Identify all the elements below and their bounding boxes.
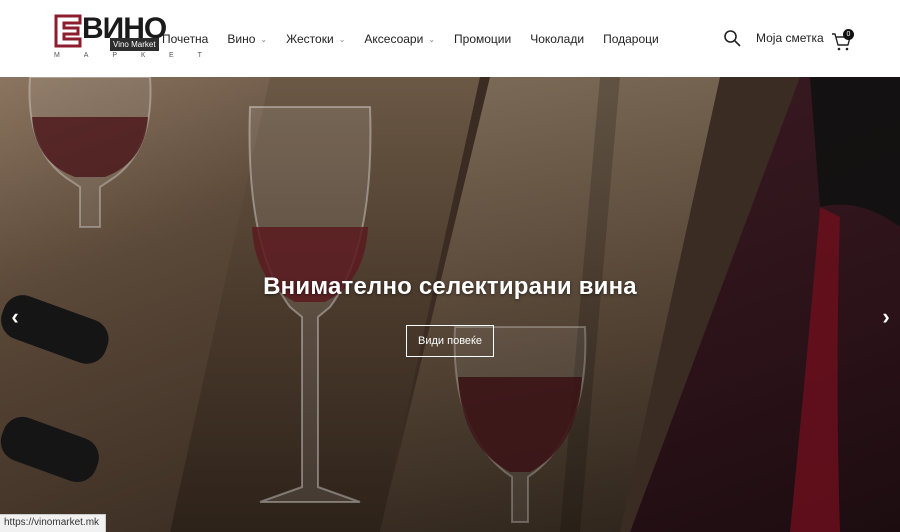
main-nav: Почетна Вино ⌄ Жестоки ⌄ Аксесоари ⌄ Про… bbox=[162, 31, 678, 47]
chevron-down-icon: ⌄ bbox=[338, 34, 346, 44]
prev-slide-arrow-icon[interactable]: ‹ bbox=[6, 305, 24, 329]
nav-item-home[interactable]: Почетна bbox=[162, 32, 208, 46]
nav-item-label: Почетна bbox=[162, 32, 209, 46]
see-more-button[interactable]: Види повеќе bbox=[406, 325, 494, 357]
wine-glass-image bbox=[248, 106, 372, 503]
chevron-down-icon: ⌄ bbox=[260, 34, 268, 44]
nav-item-gifts[interactable]: Подароци bbox=[603, 32, 659, 46]
nav-item-label: Аксесоари bbox=[364, 32, 424, 46]
search-icon[interactable] bbox=[723, 29, 741, 47]
hero-title: Внимателно селектирани вина bbox=[263, 273, 637, 300]
chevron-down-icon: ⌄ bbox=[428, 34, 436, 44]
hero-slider: Внимателно селектирани вина Види повеќе … bbox=[0, 77, 900, 532]
status-bar-url: https://vinomarket.mk bbox=[0, 514, 107, 532]
logo-badge: Vino Market bbox=[110, 38, 159, 51]
wine-glass-image bbox=[28, 77, 152, 228]
nav-item-accessories[interactable]: Аксесоари ⌄ bbox=[364, 32, 435, 46]
cart-count-badge: 0 bbox=[843, 29, 854, 40]
nav-item-label: Подароци bbox=[603, 32, 659, 46]
nav-item-wine[interactable]: Вино ⌄ bbox=[227, 32, 267, 46]
nav-item-label: Промоции bbox=[454, 32, 512, 46]
account-link[interactable]: Моја сметка bbox=[756, 31, 824, 45]
site-header: ВИНО Vino Market М А Р К Е Т Почетна Вин… bbox=[0, 0, 900, 77]
nav-item-promotions[interactable]: Промоции bbox=[454, 32, 511, 46]
nav-item-label: Чоколади bbox=[530, 32, 585, 46]
logo-mark-icon bbox=[54, 14, 82, 48]
logo[interactable]: ВИНО Vino Market М А Р К Е Т bbox=[54, 12, 202, 64]
logo-subtitle: М А Р К Е Т bbox=[54, 52, 213, 59]
nav-item-label: Жестоки bbox=[286, 32, 334, 46]
next-slide-arrow-icon[interactable]: › bbox=[877, 305, 895, 329]
nav-item-chocolates[interactable]: Чоколади bbox=[530, 32, 584, 46]
nav-item-label: Вино bbox=[227, 32, 256, 46]
nav-item-spirits[interactable]: Жестоки ⌄ bbox=[286, 32, 345, 46]
